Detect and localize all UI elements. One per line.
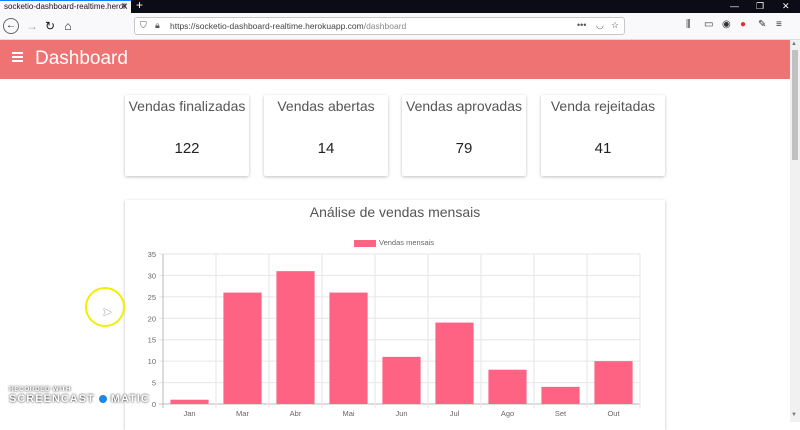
stat-card-label: Vendas aprovadas xyxy=(406,98,522,114)
x-tick-label: Jun xyxy=(395,409,407,418)
forward-icon[interactable]: → xyxy=(24,18,40,34)
minimize-icon[interactable]: — xyxy=(730,0,739,13)
y-tick-label: 20 xyxy=(148,314,156,323)
stat-card-value: 79 xyxy=(455,140,473,157)
browser-tab[interactable]: socketio-dashboard-realtime.herok ✕ xyxy=(0,0,131,13)
app-header: Dashboard xyxy=(0,40,790,79)
adblock-icon[interactable]: ● xyxy=(740,19,746,30)
bar-abr xyxy=(276,271,315,404)
restore-icon[interactable]: ❐ xyxy=(756,0,764,13)
watermark-brand-a: SCREENCAST xyxy=(9,393,95,405)
y-tick-label: 15 xyxy=(148,336,156,345)
mouse-pointer-icon: ➤ xyxy=(102,305,113,319)
shield-icon[interactable]: ⛉ xyxy=(140,20,147,31)
bar-ago xyxy=(488,369,527,404)
x-tick-label: Out xyxy=(607,409,620,418)
y-tick-label: 25 xyxy=(148,293,156,302)
bar-set xyxy=(541,386,580,404)
bar-out xyxy=(594,361,633,404)
y-tick-label: 5 xyxy=(152,379,156,388)
chart-card: Análise de vendas mensais Vendas mensais… xyxy=(125,200,665,430)
bookmark-star-icon[interactable]: ☆ xyxy=(611,20,619,31)
x-tick-label: Ago xyxy=(501,409,514,418)
browser-tab-title: socketio-dashboard-realtime.herok xyxy=(4,2,128,11)
url-bar[interactable]: ⛉ 🔒︎ https://socketio-dashboard-realtime… xyxy=(134,17,625,35)
lock-icon: 🔒︎ xyxy=(155,20,160,30)
bar-mai xyxy=(329,292,368,404)
library-icon[interactable]: ⫼ xyxy=(686,19,691,30)
back-icon[interactable]: ← xyxy=(3,18,19,34)
home-icon[interactable]: ⌂ xyxy=(60,18,76,34)
scrollbar-thumb[interactable] xyxy=(792,50,798,160)
extension-icon[interactable]: ✎ xyxy=(758,19,766,30)
url-text: https://socketio-dashboard-realtime.hero… xyxy=(170,21,406,31)
account-icon[interactable]: ◉ xyxy=(722,19,731,30)
stat-card-aprovadas: Vendas aprovadas 79 xyxy=(402,95,526,176)
x-tick-label: Set xyxy=(555,409,567,418)
browser-nav-bar: ← → ↻ ⌂ ⛉ 🔒︎ https://socketio-dashboard-… xyxy=(0,13,800,40)
x-tick-label: Jan xyxy=(183,409,195,418)
scroll-down-icon[interactable]: ▼ xyxy=(791,412,797,418)
y-tick-label: 35 xyxy=(148,250,156,259)
bar-mar xyxy=(223,292,262,404)
bar-jun xyxy=(382,356,421,404)
x-tick-label: Abr xyxy=(290,409,302,418)
watermark-brand-b: MATIC xyxy=(110,393,150,405)
stat-card-rejeitadas: Venda rejeitadas 41 xyxy=(541,95,665,176)
menu-icon[interactable]: ≡ xyxy=(776,19,782,30)
y-tick-label: 30 xyxy=(148,271,156,280)
bar-chart: 0 5 10 15 20 25 30 35 Jan Mar Abr Mai Jun Jul Ago Set Ou… xyxy=(148,250,641,418)
page-actions-icon[interactable]: ••• xyxy=(577,20,586,30)
stat-card-value: 122 xyxy=(174,140,200,157)
watermark-line1: RECORDED WITH xyxy=(9,386,72,393)
stat-card-finalizadas: Vendas finalizadas 122 xyxy=(125,95,249,176)
page-title: Dashboard xyxy=(35,48,128,69)
scroll-up-icon[interactable]: ▲ xyxy=(791,41,797,47)
pocket-icon[interactable]: ◡ xyxy=(596,20,604,31)
watermark-line2: SCREENCAST MATIC xyxy=(9,393,150,406)
stat-card-abertas: Vendas abertas 14 xyxy=(264,95,388,176)
window-close-icon[interactable]: ✕ xyxy=(782,0,790,13)
screencast-logo-icon xyxy=(96,393,109,406)
x-tick-label: Mar xyxy=(236,409,249,418)
y-tick-label: 10 xyxy=(148,357,156,366)
url-path: /dashboard xyxy=(363,21,407,31)
stat-card-value: 41 xyxy=(594,140,612,157)
stat-card-label: Vendas finalizadas xyxy=(128,98,246,114)
close-tab-icon[interactable]: ✕ xyxy=(120,1,128,12)
y-tick-label: 0 xyxy=(152,400,156,409)
reload-icon[interactable]: ↻ xyxy=(42,18,58,34)
url-host: https://socketio-dashboard-realtime.hero… xyxy=(170,21,364,31)
new-tab-icon[interactable]: + xyxy=(136,0,143,12)
x-tick-label: Jul xyxy=(450,409,460,418)
hamburger-menu-icon[interactable] xyxy=(12,52,23,62)
screencast-watermark: RECORDED WITH SCREENCAST MATIC xyxy=(9,386,150,406)
sidebar-icon[interactable]: ▭ xyxy=(704,19,713,30)
stat-card-value: 14 xyxy=(317,140,335,157)
bar-jul xyxy=(435,322,474,404)
bar-jan xyxy=(170,399,209,404)
page-scrollbar[interactable]: ▲ ▼ xyxy=(790,40,800,422)
browser-tab-strip: socketio-dashboard-realtime.herok ✕ + — … xyxy=(0,0,800,13)
x-tick-label: Mai xyxy=(342,409,354,418)
stat-card-label: Venda rejeitadas xyxy=(550,98,656,114)
stat-card-label: Vendas abertas xyxy=(277,98,375,114)
